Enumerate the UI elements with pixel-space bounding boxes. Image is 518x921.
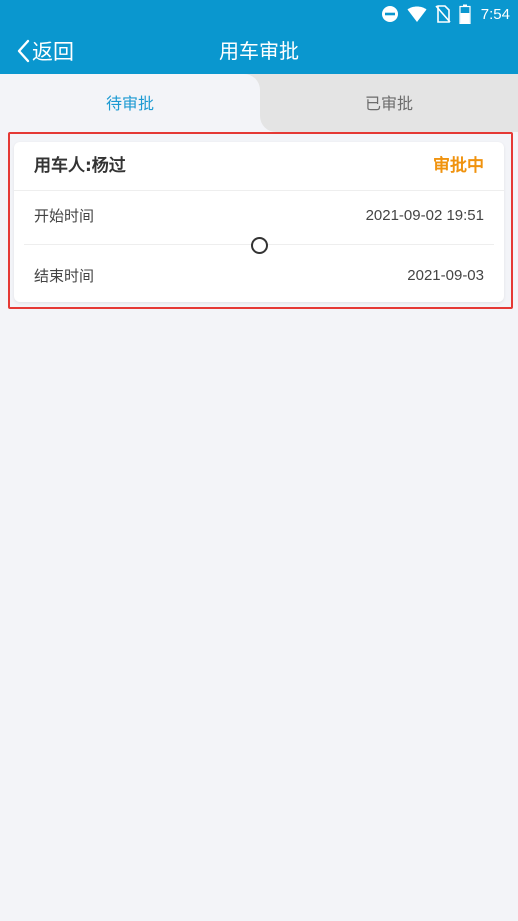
status-bar: 7:54 [0, 0, 518, 28]
battery-icon [459, 4, 471, 24]
clock: 7:54 [480, 5, 510, 23]
do-not-disturb-icon [381, 5, 399, 23]
status-icons: 7:54 [381, 4, 510, 24]
back-button[interactable]: 返回 [16, 28, 74, 74]
highlight-box [8, 132, 513, 309]
tab-approved[interactable]: 已审批 [260, 74, 518, 132]
tab-corner-decoration [260, 116, 276, 132]
wifi-icon [407, 5, 427, 23]
tab-bar: 已审批 待审批 [0, 74, 518, 132]
page-title: 用车审批 [219, 39, 299, 63]
no-sim-icon [435, 5, 451, 23]
chevron-left-icon [16, 39, 30, 63]
tab-pending[interactable]: 待审批 [0, 74, 260, 132]
back-label: 返回 [32, 40, 74, 64]
title-bar: 返回 用车审批 [0, 28, 518, 74]
